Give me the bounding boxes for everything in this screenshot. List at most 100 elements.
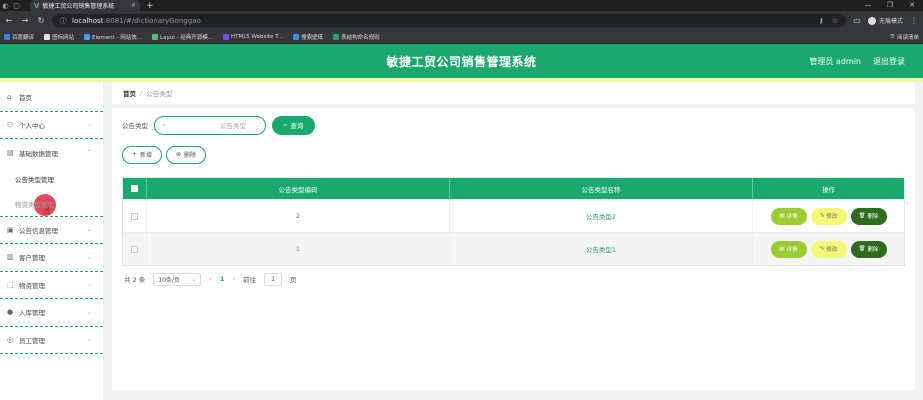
sidebar-item-label: 公告信息管理: [19, 226, 58, 235]
browser-menu-dots-icon[interactable]: ⋮: [909, 16, 919, 25]
bookmark-item[interactable]: HTML5 Website T...: [222, 33, 283, 40]
sidebar-subitem-notice-type[interactable]: 公告类型管理: [0, 167, 103, 192]
batch-delete-button[interactable]: ⊗ 删除: [166, 145, 206, 164]
sidebar-item-customer[interactable]: ▥ 客户管理 ⌄: [0, 244, 103, 272]
address-bar-row: ← → ↻ ⓘ localhost:8081/#/dictionaryGongg…: [0, 11, 923, 30]
stock-icon: ●: [7, 308, 14, 317]
edit-button[interactable]: ✎ 修改: [810, 207, 847, 225]
bookmark-item[interactable]: Layui - 经典开源模...: [152, 33, 213, 41]
goto-page-input[interactable]: 1: [264, 272, 283, 286]
sidebar-item-label: 客户管理: [19, 254, 45, 263]
delete-button[interactable]: 🗑 删除: [850, 240, 887, 258]
bookmark-icon: [4, 33, 10, 40]
row-checkbox[interactable]: [131, 212, 138, 220]
row-checkbox[interactable]: [131, 245, 138, 253]
home-icon: ⌂: [7, 93, 12, 102]
forward-icon[interactable]: →: [20, 16, 30, 25]
tab-close-icon[interactable]: ✕: [131, 2, 136, 9]
search-button[interactable]: ⌕ 查询: [272, 115, 315, 135]
url-path: :8081/#/dictionaryGonggao: [103, 16, 201, 25]
sidebar-item-goods[interactable]: ⬚ 物资管理 ⌄: [0, 272, 103, 299]
maximize-icon[interactable]: ❐: [879, 0, 901, 11]
extensions-icon[interactable]: ▭: [852, 16, 862, 25]
incognito-indicator[interactable]: 无痕模式: [867, 16, 903, 25]
reading-list[interactable]: ☰ 阅读清单: [890, 33, 919, 41]
pager-total: 共 2 条: [124, 276, 146, 284]
table-header: 公告类型编码 公告类型名称 操作: [123, 178, 904, 199]
staff-icon: ◎: [7, 335, 14, 344]
key-icon[interactable]: ⚷: [819, 17, 824, 25]
chevron-down-icon: ⌄: [86, 308, 92, 316]
minimize-icon[interactable]: —: [857, 0, 879, 11]
reload-icon[interactable]: ↻: [36, 16, 46, 25]
breadcrumb-current: 公告类型: [146, 90, 173, 98]
sidebar-item-label: 个人中心: [19, 121, 45, 130]
edit-icon: ✎: [819, 246, 825, 252]
table-row: 1 公告类型1 ▤ 详情 ✎ 修改 🗑 删除: [123, 232, 904, 265]
bookmark-item[interactable]: Element - 网站快...: [84, 33, 142, 41]
sidebar-item-notice-info[interactable]: ▣ 公告信息管理 ⌄: [0, 217, 103, 244]
goto-label: 前往: [243, 276, 257, 284]
page-number[interactable]: 1: [220, 275, 225, 283]
sidebar-item-staff[interactable]: ◎ 员工管理 ⌄: [0, 327, 103, 354]
logout-link[interactable]: 退出登录: [873, 56, 905, 67]
chevron-down-icon: ⌄: [86, 281, 92, 289]
trash-icon: ⊗: [175, 151, 181, 158]
cell-code: 2: [147, 200, 450, 232]
chevron-down-icon: ⌄: [86, 121, 92, 129]
bookmark-item[interactable]: 表结构命名规则: [333, 33, 380, 41]
sidebar-subitem-goods-type[interactable]: 物资类型管理 ☝: [0, 192, 103, 217]
bookmark-icon: [293, 33, 300, 40]
column-header-name[interactable]: 公告类型名称: [450, 178, 753, 199]
edit-button[interactable]: ✎ 修改: [810, 240, 847, 258]
detail-button[interactable]: ▤ 详情: [770, 240, 807, 258]
sidebar-item-profile[interactable]: ⚇ 个人中心 ⌄: [0, 112, 103, 139]
cell-name: 公告类型2: [450, 200, 753, 232]
detail-button[interactable]: ▤ 详情: [770, 207, 807, 225]
chevron-down-icon: ⌄: [86, 226, 92, 234]
edit-icon: ✎: [819, 213, 825, 219]
site-info-icon[interactable]: ⓘ: [60, 16, 67, 26]
trash-icon: 🗑: [858, 213, 866, 219]
chevron-down-icon: ⌄: [86, 336, 92, 344]
sidebar-item-home[interactable]: ⌂ 首页: [0, 84, 103, 112]
bookmark-item[interactable]: 图标网站: [44, 33, 74, 41]
bookmark-item[interactable]: 搜索壁纸: [293, 33, 323, 41]
sidebar-item-basic-data[interactable]: ▤ 基础数据管理 ⌃: [0, 139, 103, 167]
incognito-icon: [867, 16, 876, 25]
delete-button[interactable]: 🗑 删除: [850, 207, 887, 225]
page-size-select[interactable]: 10条/页 ⌄: [153, 272, 202, 286]
detail-icon: ▤: [779, 213, 785, 219]
browser-tab[interactable]: V 敏捷工贸公司销售管理系统 ✕: [30, 0, 140, 11]
window-close-icon[interactable]: ✕: [901, 0, 923, 11]
breadcrumb-home[interactable]: 首页: [123, 88, 136, 98]
url-host: localhost: [72, 16, 104, 25]
bookmark-item[interactable]: 百度翻译: [4, 33, 34, 41]
breadcrumb: 首页 / 公告类型: [112, 82, 915, 104]
tab-search-icon[interactable]: ▢: [11, 0, 22, 11]
new-tab-button[interactable]: +: [146, 1, 154, 11]
cell-actions: ▤ 详情 ✎ 修改 🗑 删除: [753, 233, 904, 265]
search-icon: ⌕: [283, 120, 288, 129]
browser-menu-icon[interactable]: ◐: [0, 0, 11, 11]
back-icon[interactable]: ←: [4, 16, 14, 25]
window-controls: — ❐ ✕: [857, 0, 923, 11]
sidebar-item-stock-in[interactable]: ● 入库管理 ⌄: [0, 299, 103, 327]
sidebar-item-label: 首页: [19, 94, 32, 103]
data-icon: ▤: [7, 148, 14, 157]
action-row: + 新增 ⊗ 删除: [122, 138, 905, 171]
next-page-icon[interactable]: ›: [232, 275, 235, 283]
table-row: 2 公告类型2 ▤ 详情 ✎ 修改 🗑 删除: [123, 199, 904, 232]
url-field[interactable]: ⓘ localhost:8081/#/dictionaryGonggao ⚷ ☆: [52, 14, 846, 27]
bookmark-icon: [44, 33, 51, 40]
reading-list-icon: ☰: [890, 33, 895, 40]
search-input[interactable]: ⌕ 公告类型: [154, 115, 266, 135]
add-button[interactable]: + 新增: [122, 145, 162, 164]
chevron-down-icon: ⌄: [191, 275, 197, 283]
column-header-code[interactable]: 公告类型编码: [147, 178, 450, 199]
prev-page-icon[interactable]: ‹: [209, 275, 212, 283]
bookmark-star-icon[interactable]: ☆: [832, 17, 838, 25]
bookmark-icon: [222, 33, 229, 40]
select-all-checkbox[interactable]: [131, 185, 138, 192]
plus-icon: +: [131, 151, 137, 158]
